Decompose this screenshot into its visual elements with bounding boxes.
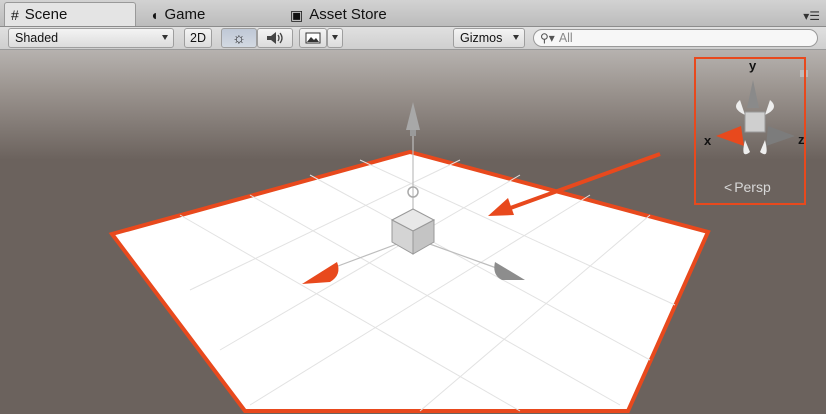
tab-menu-icon[interactable]: ▾☰ xyxy=(803,9,820,23)
pacman-icon: ◖ xyxy=(150,6,159,23)
gizmos-label: Gizmos xyxy=(460,31,503,45)
gizmos-dropdown[interactable]: Gizmos xyxy=(453,28,525,48)
x-axis-label: x xyxy=(704,133,712,148)
y-axis-arrow xyxy=(406,102,420,136)
effects-toggle-button[interactable] xyxy=(299,28,327,48)
search-placeholder: All xyxy=(558,31,573,45)
perspective-icon: < xyxy=(724,179,733,195)
shading-mode-label: Shaded xyxy=(15,31,59,45)
projection-label: Persp xyxy=(734,179,771,195)
chevron-down-icon xyxy=(162,35,168,40)
2d-label: 2D xyxy=(190,31,206,45)
tab-label: Game xyxy=(164,6,206,23)
chevron-down-icon xyxy=(332,35,338,40)
ground-plane xyxy=(108,149,711,413)
tab-label: Asset Store xyxy=(309,6,387,23)
tab-label: Scene xyxy=(24,6,68,23)
search-input[interactable]: ⚲▾ All xyxy=(533,29,818,47)
grid-icon: # xyxy=(11,6,19,23)
scene-viewport[interactable]: y x z < Persp xyxy=(0,50,826,414)
lighting-toggle-button[interactable]: ☼ xyxy=(221,28,257,48)
tab-bar: # Scene ◖ Game ▣ Asset Store ▾☰ xyxy=(0,0,826,27)
projection-toggle[interactable]: < Persp xyxy=(724,179,771,195)
audio-toggle-button[interactable] xyxy=(257,28,293,48)
scene-toolbar: Shaded 2D ☼ Gizmos ⚲▾ All xyxy=(0,27,826,50)
z-axis-label: z xyxy=(798,132,805,147)
chevron-down-icon xyxy=(513,35,519,40)
y-axis-label: y xyxy=(749,58,757,73)
search-icon: ⚲▾ xyxy=(540,31,555,45)
sun-icon: ☼ xyxy=(232,29,246,47)
speaker-icon xyxy=(267,32,283,44)
shading-mode-dropdown[interactable]: Shaded xyxy=(8,28,174,48)
tab-asset-store[interactable]: ▣ Asset Store xyxy=(290,3,387,26)
image-icon xyxy=(305,32,321,44)
effects-dropdown[interactable] xyxy=(327,28,343,48)
2d-toggle-button[interactable]: 2D xyxy=(184,28,212,48)
tab-scene[interactable]: # Scene xyxy=(4,2,136,26)
tab-game[interactable]: ◖ Game xyxy=(150,3,205,26)
bag-icon: ▣ xyxy=(290,6,304,23)
